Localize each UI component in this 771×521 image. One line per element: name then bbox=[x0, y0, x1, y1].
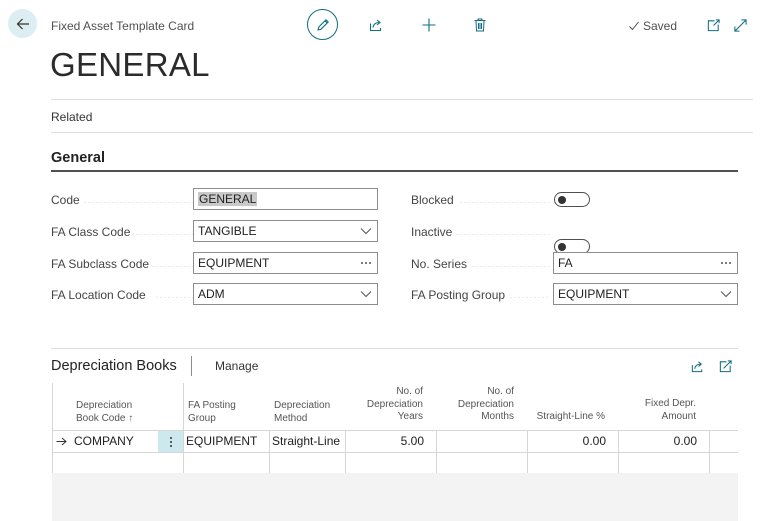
section-title-general[interactable]: General bbox=[51, 150, 105, 166]
ellipsis-icon[interactable] bbox=[715, 261, 737, 265]
divider bbox=[51, 132, 753, 133]
toggle-knob bbox=[558, 195, 566, 204]
grid-empty-area bbox=[52, 473, 738, 521]
grid-line bbox=[52, 383, 53, 473]
column-header-depreciation-method[interactable]: Depreciation Method bbox=[274, 400, 344, 425]
open-in-new-window-icon bbox=[719, 359, 732, 372]
page-title: GENERAL bbox=[50, 46, 210, 83]
share-icon bbox=[369, 19, 382, 32]
open-in-new-window-part-button[interactable] bbox=[715, 356, 735, 376]
ellipsis-icon[interactable] bbox=[355, 261, 377, 265]
checkmark-icon bbox=[629, 21, 639, 31]
back-button[interactable] bbox=[8, 9, 37, 38]
arrow-left-icon bbox=[16, 18, 29, 29]
cell-straight-line-percent[interactable]: 0.00 bbox=[528, 431, 606, 451]
fa-posting-group-field[interactable]: EQUIPMENT bbox=[553, 283, 738, 305]
code-value: GENERAL bbox=[198, 192, 258, 206]
column-header-fa-posting-group[interactable]: FA Posting Group bbox=[188, 400, 266, 425]
blocked-label: Blocked bbox=[411, 193, 551, 207]
row-indicator-arrow-icon bbox=[56, 431, 70, 451]
related-menu[interactable]: Related bbox=[51, 110, 92, 124]
saved-label: Saved bbox=[643, 19, 678, 33]
blocked-toggle[interactable] bbox=[554, 192, 590, 207]
manage-menu[interactable]: Manage bbox=[215, 359, 258, 373]
no-series-label: No. Series bbox=[411, 257, 551, 271]
open-in-new-window-icon bbox=[707, 18, 720, 31]
expand-button[interactable] bbox=[730, 15, 750, 35]
fa-location-code-value: ADM bbox=[198, 287, 225, 301]
cell-fa-posting-group[interactable]: EQUIPMENT bbox=[186, 431, 268, 451]
cell-depreciation-method[interactable]: Straight-Line bbox=[272, 431, 344, 451]
column-header-depreciation-months[interactable]: No. of Depreciation Months bbox=[436, 386, 514, 424]
grid-line bbox=[52, 452, 738, 453]
fa-subclass-code-label: FA Subclass Code bbox=[51, 257, 238, 271]
section-underline bbox=[51, 170, 738, 172]
fa-class-code-field[interactable]: TANGIBLE bbox=[193, 220, 378, 242]
code-label: Code bbox=[51, 193, 238, 207]
column-header-fixed-depr-amount[interactable]: Fixed Depr. Amount bbox=[618, 398, 696, 423]
open-new-window-button[interactable] bbox=[703, 15, 723, 35]
fa-subclass-code-field[interactable]: EQUIPMENT bbox=[193, 252, 378, 274]
card-caption: Fixed Asset Template Card bbox=[51, 19, 195, 33]
column-header-depreciation-years[interactable]: No. of Depreciation Years bbox=[345, 386, 423, 424]
saved-status: Saved bbox=[628, 19, 677, 33]
edit-button[interactable] bbox=[307, 9, 338, 40]
cell-depreciation-months[interactable] bbox=[437, 431, 515, 451]
delete-button[interactable] bbox=[470, 15, 490, 35]
share-part-button[interactable] bbox=[687, 356, 707, 376]
divider bbox=[191, 356, 192, 376]
share-icon bbox=[691, 360, 702, 372]
trash-icon bbox=[474, 18, 486, 32]
row-actions-button[interactable] bbox=[158, 431, 183, 452]
chevron-down-icon[interactable] bbox=[355, 227, 377, 235]
inactive-label: Inactive bbox=[411, 225, 551, 239]
column-header-straight-line-percent[interactable]: Straight-Line % bbox=[527, 411, 605, 424]
plus-icon bbox=[422, 18, 436, 32]
expand-icon bbox=[733, 18, 747, 32]
cell-fixed-depr-amount[interactable]: 0.00 bbox=[619, 431, 697, 451]
no-series-field[interactable]: FA bbox=[553, 252, 738, 274]
cell-book-code[interactable]: COMPANY bbox=[74, 431, 156, 451]
column-header-book-code[interactable]: Depreciation Book Code ↑ bbox=[76, 400, 176, 425]
chevron-down-icon[interactable] bbox=[355, 290, 377, 298]
depreciation-books-title[interactable]: Depreciation Books bbox=[51, 358, 177, 374]
fa-subclass-code-value: EQUIPMENT bbox=[198, 256, 270, 270]
fa-posting-group-value: EQUIPMENT bbox=[558, 287, 630, 301]
pencil-icon bbox=[316, 18, 329, 31]
fa-location-code-field[interactable]: ADM bbox=[193, 283, 378, 305]
code-field[interactable]: GENERAL bbox=[193, 188, 378, 210]
share-button[interactable] bbox=[366, 15, 386, 35]
toggle-knob bbox=[558, 242, 566, 251]
no-series-value: FA bbox=[558, 256, 573, 270]
fa-class-code-value: TANGIBLE bbox=[198, 224, 257, 238]
fa-posting-group-label: FA Posting Group bbox=[411, 288, 551, 302]
new-button[interactable] bbox=[419, 15, 439, 35]
fa-class-code-label: FA Class Code bbox=[51, 225, 238, 239]
fa-location-code-label: FA Location Code bbox=[51, 288, 238, 302]
divider bbox=[51, 348, 738, 349]
vertical-ellipsis-icon bbox=[169, 436, 172, 447]
chevron-down-icon[interactable] bbox=[715, 290, 737, 298]
grid-line bbox=[183, 383, 184, 473]
cell-depreciation-years[interactable]: 5.00 bbox=[346, 431, 424, 451]
divider bbox=[51, 99, 753, 100]
